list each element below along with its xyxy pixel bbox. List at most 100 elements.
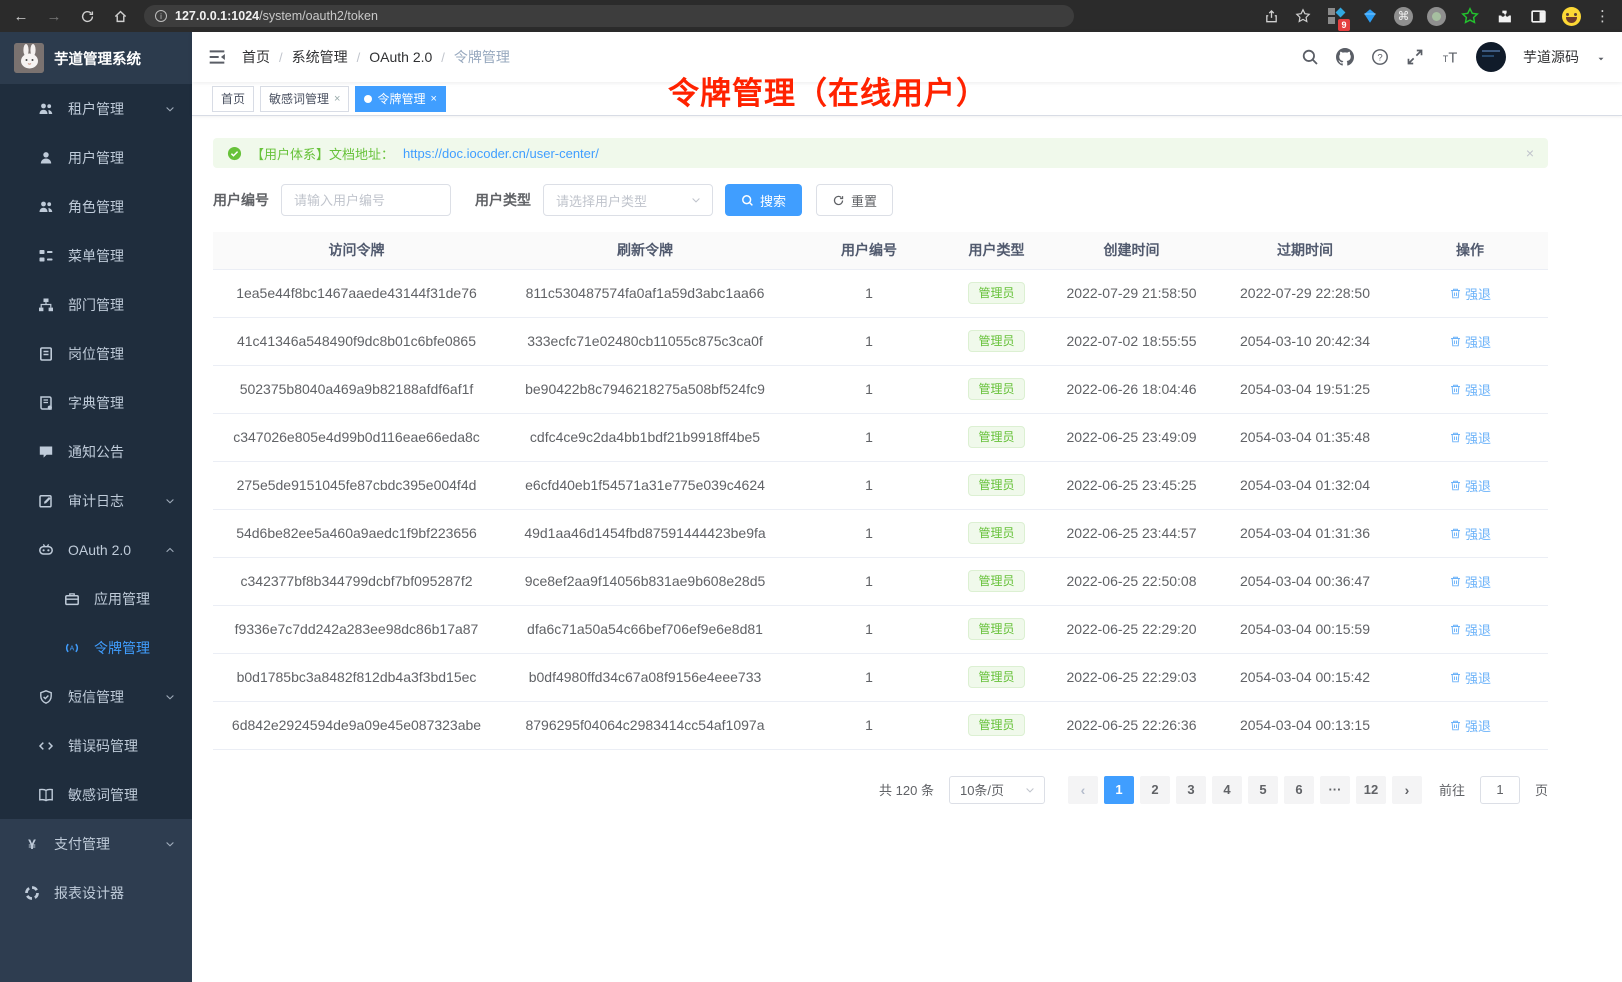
- sidebar-item-dict-management[interactable]: 字典管理: [0, 378, 192, 427]
- report-icon: [24, 885, 40, 901]
- caret-down-icon[interactable]: [1596, 54, 1606, 64]
- sidebar-item-audit-log[interactable]: 审计日志: [0, 476, 192, 525]
- sidebar-item-post-management[interactable]: 岗位管理: [0, 329, 192, 378]
- prev-page-button[interactable]: ‹: [1068, 776, 1098, 804]
- page-button-1[interactable]: 1: [1104, 776, 1134, 804]
- github-icon[interactable]: [1336, 48, 1354, 66]
- sidebar-item-user-management[interactable]: 用户管理: [0, 133, 192, 182]
- table-row: 275e5de9151045fe87cbdc395e004f4de6cfd40e…: [213, 461, 1548, 509]
- forward-icon[interactable]: →: [45, 7, 63, 25]
- sidebar-item-oauth2[interactable]: OAuth 2.0: [0, 525, 192, 574]
- force-logout-button[interactable]: 强退: [1449, 284, 1491, 303]
- page-size-select[interactable]: 10条/页: [949, 776, 1045, 804]
- active-dot-icon: [364, 95, 372, 103]
- access-token-cell: b0d1785bc3a8482f812db4a3f3bd15ec: [213, 653, 500, 701]
- extension-record-icon[interactable]: [1427, 7, 1446, 26]
- force-logout-button[interactable]: 强退: [1449, 380, 1491, 399]
- reset-button[interactable]: 重置: [816, 184, 893, 216]
- help-icon[interactable]: ?: [1371, 48, 1389, 66]
- user-id-input[interactable]: [281, 184, 451, 216]
- sidebar-item-role-management[interactable]: 角色管理: [0, 182, 192, 231]
- users-icon: [38, 101, 54, 117]
- page-button-5[interactable]: 5: [1248, 776, 1278, 804]
- refresh-icon[interactable]: [78, 7, 96, 25]
- chevron-down-icon: [1024, 784, 1036, 796]
- action-cell: 强退: [1392, 701, 1548, 749]
- search-button[interactable]: 搜索: [725, 184, 802, 216]
- sidebar-item-tenant-management[interactable]: 租户管理: [0, 84, 192, 133]
- extension-gem-icon[interactable]: [1360, 6, 1380, 26]
- force-logout-button[interactable]: 强退: [1449, 716, 1491, 735]
- sidebar-item-label: 令牌管理: [94, 638, 150, 658]
- sidebar-item-oauth2-token[interactable]: A令牌管理: [0, 623, 192, 672]
- breadcrumb-item[interactable]: 首页: [242, 47, 270, 67]
- force-logout-button[interactable]: 强退: [1449, 428, 1491, 447]
- page-button-3[interactable]: 3: [1176, 776, 1206, 804]
- extension-command-icon[interactable]: ⌘: [1394, 7, 1413, 26]
- extension-grid-icon[interactable]: 9: [1326, 6, 1346, 26]
- home-icon[interactable]: [111, 7, 129, 25]
- sidebar-item-dept-management[interactable]: 部门管理: [0, 280, 192, 329]
- username[interactable]: 芋道源码: [1523, 47, 1579, 67]
- back-icon[interactable]: ←: [12, 7, 30, 25]
- user-type-select[interactable]: 请选择用户类型: [543, 184, 713, 216]
- share-icon[interactable]: [1262, 7, 1280, 25]
- page-button-12[interactable]: 12: [1356, 776, 1386, 804]
- force-logout-button[interactable]: 强退: [1449, 572, 1491, 591]
- breadcrumb-separator: /: [279, 50, 283, 65]
- action-cell: 强退: [1392, 509, 1548, 557]
- pager-ellipsis[interactable]: ···: [1320, 776, 1350, 804]
- next-page-button[interactable]: ›: [1392, 776, 1422, 804]
- profile-emoji-icon[interactable]: [1562, 7, 1581, 26]
- force-logout-button[interactable]: 强退: [1449, 332, 1491, 351]
- page-button-6[interactable]: 6: [1284, 776, 1314, 804]
- robot-icon: [38, 542, 54, 558]
- tab-0[interactable]: 首页: [212, 86, 254, 112]
- sidebar-item-pay-management[interactable]: ¥支付管理: [0, 819, 192, 868]
- hamburger-icon[interactable]: [208, 48, 226, 66]
- address-bar[interactable]: i 127.0.0.1:1024/system/oauth2/token: [144, 5, 1074, 27]
- trash-icon: [1449, 431, 1462, 444]
- sidebar-item-notice-announcement[interactable]: 通知公告: [0, 427, 192, 476]
- force-logout-button[interactable]: 强退: [1449, 668, 1491, 687]
- sidebar-item-label: 租户管理: [68, 99, 124, 119]
- goto-page-input[interactable]: [1480, 776, 1520, 804]
- fullscreen-icon[interactable]: [1406, 48, 1424, 66]
- sidebar-item-sensitive-word-management[interactable]: 敏感词管理: [0, 770, 192, 819]
- access-token-cell: 1ea5e44f8bc1467aaede43144f31de76: [213, 269, 500, 317]
- breadcrumb-item[interactable]: 系统管理: [292, 47, 348, 67]
- tab-active-2[interactable]: 令牌管理×: [355, 86, 445, 112]
- sidebar-panel-icon[interactable]: [1528, 6, 1548, 26]
- alert-close-icon[interactable]: ×: [1526, 145, 1534, 161]
- refresh-token-cell: 333ecfc71e02480cb11055c875c3ca0f: [500, 317, 790, 365]
- force-logout-button[interactable]: 强退: [1449, 524, 1491, 543]
- message-icon: [38, 444, 54, 460]
- breadcrumb-item[interactable]: OAuth 2.0: [369, 49, 432, 65]
- doc-link[interactable]: https://doc.iocoder.cn/user-center/: [403, 146, 599, 161]
- sidebar-item-report-designer[interactable]: 报表设计器: [0, 868, 192, 917]
- user-type-tag: 管理员: [968, 522, 1024, 544]
- site-info-icon[interactable]: i: [155, 10, 167, 22]
- user-avatar[interactable]: [1476, 42, 1506, 72]
- sidebar-item-menu-management[interactable]: 菜单管理: [0, 231, 192, 280]
- sidebar-item-sms-management[interactable]: 短信管理: [0, 672, 192, 721]
- page-button-2[interactable]: 2: [1140, 776, 1170, 804]
- sidebar-item-errorcode-management[interactable]: 错误码管理: [0, 721, 192, 770]
- search-icon[interactable]: [1301, 48, 1319, 66]
- chevron-down-icon: [164, 103, 176, 115]
- app-logo[interactable]: 芋道管理系统: [0, 32, 192, 84]
- browser-menu-icon[interactable]: ⋮: [1595, 7, 1610, 25]
- force-logout-button[interactable]: 强退: [1449, 620, 1491, 639]
- force-logout-button[interactable]: 强退: [1449, 476, 1491, 495]
- extension-star-icon[interactable]: [1460, 6, 1480, 26]
- page-button-4[interactable]: 4: [1212, 776, 1242, 804]
- close-icon[interactable]: ×: [334, 93, 340, 105]
- bookmark-star-icon[interactable]: [1294, 7, 1312, 25]
- close-icon[interactable]: ×: [430, 93, 436, 105]
- extension-puzzle-icon[interactable]: [1494, 6, 1514, 26]
- font-size-icon[interactable]: TT: [1441, 48, 1459, 66]
- access-token-cell: 41c41346a548490f9dc8b01c6bfe0865: [213, 317, 500, 365]
- tab-1[interactable]: 敏感词管理×: [260, 86, 349, 112]
- user-type-cell: 管理员: [948, 701, 1045, 749]
- sidebar-item-oauth2-application[interactable]: 应用管理: [0, 574, 192, 623]
